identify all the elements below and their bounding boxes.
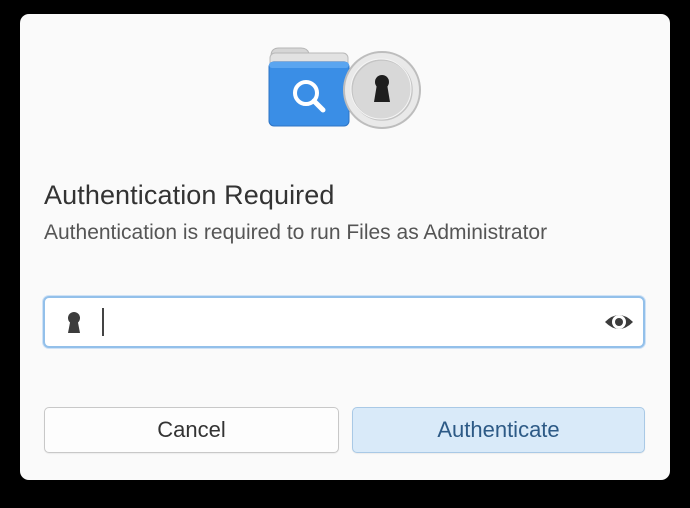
cancel-button[interactable]: Cancel [44, 407, 339, 453]
password-field[interactable] [43, 296, 645, 348]
keyhole-icon [65, 311, 83, 335]
folder-search-icon [268, 47, 421, 129]
dialog-title: Authentication Required [44, 180, 335, 210]
text-cursor [102, 308, 104, 336]
dialog-icon [267, 44, 423, 134]
eye-icon[interactable] [603, 308, 635, 336]
authentication-dialog: Authentication Required Authentication i… [20, 14, 670, 480]
authenticate-button[interactable]: Authenticate [352, 407, 645, 453]
dialog-message: Authentication is required to run Files … [44, 221, 548, 244]
